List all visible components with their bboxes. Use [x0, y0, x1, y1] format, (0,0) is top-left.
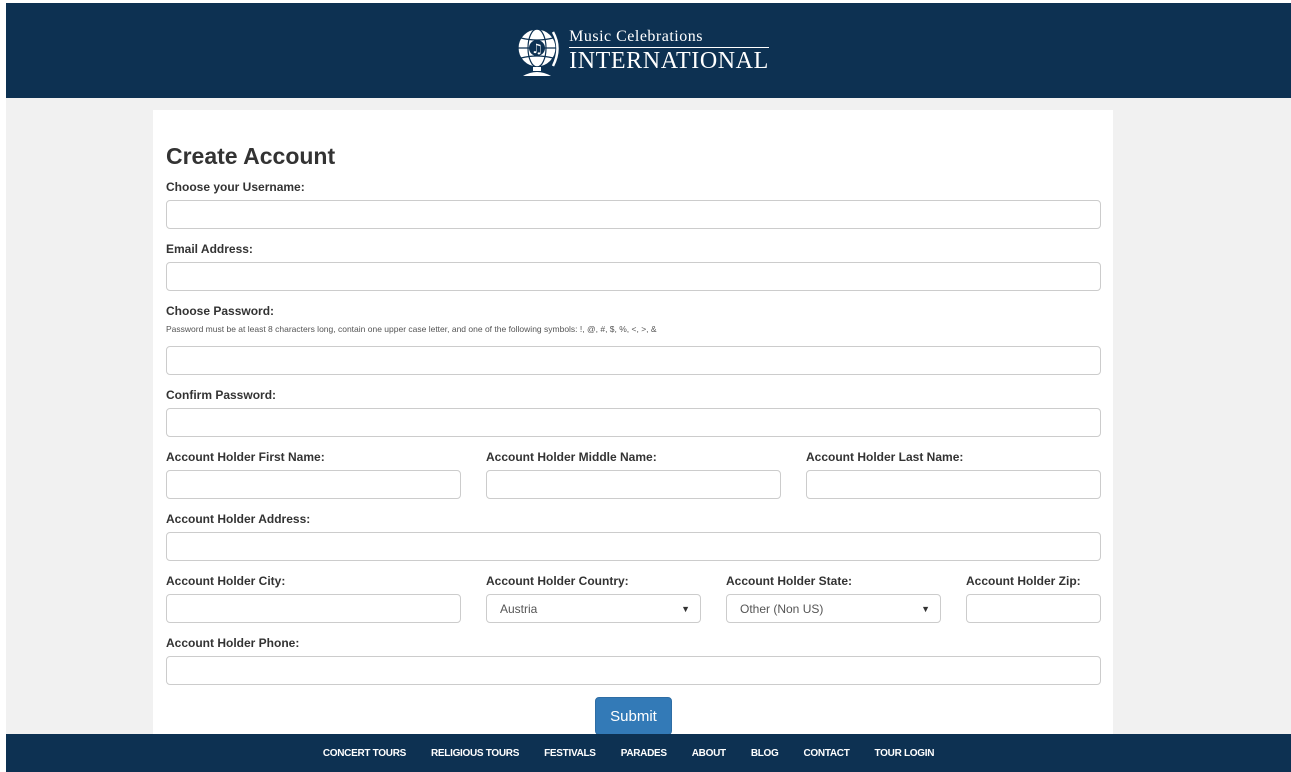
password-label: Choose Password: — [166, 304, 275, 318]
logo-wordmark: Music Celebrations INTERNATIONAL — [569, 28, 769, 74]
middle-name-label: Account Holder Middle Name: — [486, 450, 657, 464]
state-label: Account Holder State: — [726, 574, 853, 588]
logo-line-2: INTERNATIONAL — [569, 47, 769, 74]
first-name-input[interactable] — [166, 470, 461, 499]
phone-input[interactable] — [166, 656, 1101, 685]
address-input[interactable] — [166, 532, 1101, 561]
footer-link-contact[interactable]: CONTACT — [804, 748, 850, 759]
submit-button[interactable]: Submit — [595, 697, 672, 735]
password-hint: Password must be at least 8 characters l… — [166, 324, 657, 334]
first-name-label: Account Holder First Name: — [166, 450, 325, 464]
zip-input[interactable] — [966, 594, 1101, 623]
username-label: Choose your Username: — [166, 180, 305, 194]
create-account-form: Create Account Choose your Username: Ema… — [153, 110, 1113, 735]
footer-link-concert-tours[interactable]: CONCERT TOURS — [323, 748, 406, 759]
footer-link-about[interactable]: ABOUT — [692, 748, 726, 759]
footer-link-religious-tours[interactable]: RELIGIOUS TOURS — [431, 748, 519, 759]
caret-down-icon: ▼ — [921, 603, 930, 614]
footer-link-tour-login[interactable]: TOUR LOGIN — [875, 748, 935, 759]
middle-name-input[interactable] — [486, 470, 781, 499]
confirm-password-input[interactable] — [166, 408, 1101, 437]
last-name-label: Account Holder Last Name: — [806, 450, 964, 464]
city-label: Account Holder City: — [166, 574, 286, 588]
city-input[interactable] — [166, 594, 461, 623]
site-header: ♫ Music Celebrations INTERNATIONAL — [6, 3, 1291, 98]
phone-label: Account Holder Phone: — [166, 636, 300, 650]
state-select-value: Other (Non US) — [740, 601, 824, 616]
state-select[interactable]: Other (Non US) ▼ — [726, 594, 941, 623]
site-logo[interactable]: ♫ Music Celebrations INTERNATIONAL — [513, 24, 769, 78]
globe-music-icon: ♫ — [517, 27, 559, 76]
email-input[interactable] — [166, 262, 1101, 291]
page-title: Create Account — [166, 143, 336, 169]
country-select[interactable]: Austria ▼ — [486, 594, 701, 623]
logo-line-1: Music Celebrations — [569, 28, 769, 48]
address-label: Account Holder Address: — [166, 512, 311, 526]
country-select-value: Austria — [500, 601, 538, 616]
footer-nav: CONCERT TOURS RELIGIOUS TOURS FESTIVALS … — [323, 748, 935, 759]
caret-down-icon: ▼ — [681, 603, 690, 614]
svg-text:♫: ♫ — [531, 42, 543, 57]
confirm-password-label: Confirm Password: — [166, 388, 277, 402]
email-label: Email Address: — [166, 242, 253, 256]
site-footer: CONCERT TOURS RELIGIOUS TOURS FESTIVALS … — [6, 734, 1291, 772]
username-input[interactable] — [166, 200, 1101, 229]
footer-link-parades[interactable]: PARADES — [621, 748, 667, 759]
page-frame: ♫ Music Celebrations INTERNATIONAL Creat… — [6, 3, 1291, 772]
zip-label: Account Holder Zip: — [966, 574, 1081, 588]
last-name-input[interactable] — [806, 470, 1101, 499]
country-label: Account Holder Country: — [486, 574, 629, 588]
footer-link-festivals[interactable]: FESTIVALS — [544, 748, 596, 759]
password-input[interactable] — [166, 346, 1101, 375]
footer-link-blog[interactable]: BLOG — [751, 748, 779, 759]
